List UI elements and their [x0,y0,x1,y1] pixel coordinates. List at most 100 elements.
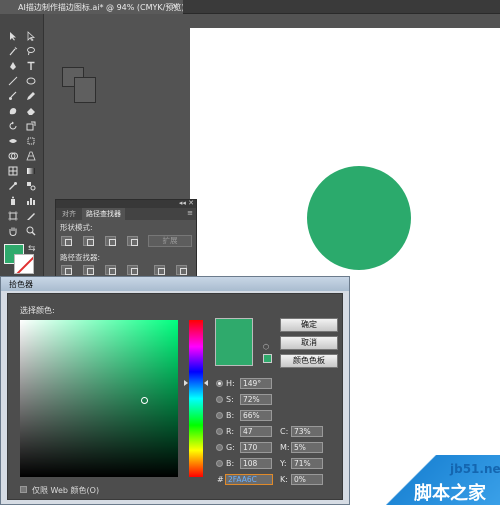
unite-button[interactable] [61,236,72,246]
ok-button[interactable]: 确定 [280,318,338,332]
outline-button[interactable] [154,265,165,275]
black-label: K: [280,475,288,484]
blue-field[interactable]: 108 [240,458,272,469]
color-picker-dialog: 拾色器 选择颜色: ⬡ 确定 取消 颜色色板 H: 149° S: 72% B:… [0,276,350,505]
swap-fill-stroke-icon[interactable]: ⇆ [28,244,36,254]
watermark-site: jb51.net [450,462,500,476]
eyedropper-tool-icon[interactable] [6,180,20,192]
blob-brush-tool-icon[interactable] [6,105,20,117]
green-field[interactable]: 170 [240,442,272,453]
red-radio[interactable] [216,428,223,435]
shape-builder-tool-icon[interactable] [6,150,20,162]
cancel-button[interactable]: 取消 [280,336,338,350]
yellow-label: Y: [280,459,287,468]
hex-field[interactable]: 2FAA6C [225,474,273,485]
mesh-tool-icon[interactable] [6,165,20,177]
panel-menu-icon[interactable]: ≡ [187,209,193,217]
yellow-field[interactable]: 71% [291,458,323,469]
free-transform-tool-icon[interactable] [24,135,38,147]
blend-tool-icon[interactable] [24,180,38,192]
merge-button[interactable] [105,265,116,275]
direct-selection-tool-icon[interactable] [24,30,38,42]
gradient-tool-icon[interactable] [24,165,38,177]
pencil-tool-icon[interactable] [24,90,38,102]
green-label: G: [226,443,235,452]
dialog-body: 选择颜色: ⬡ 确定 取消 颜色色板 H: 149° S: 72% B: 66%… [7,293,343,500]
minus-back-button[interactable] [176,265,187,275]
pen-tool-icon[interactable] [6,60,20,72]
zoom-tool-icon[interactable] [24,225,38,237]
document-tab[interactable]: AI描边制作描边图标.ai* @ 94% (CMYK/预览) [0,0,183,14]
hex-label: # [217,475,224,484]
hue-label: H: [226,379,235,388]
pathfinders-label: 路径查找器: [60,253,101,262]
tab-pathfinder[interactable]: 路径查找器 [82,208,125,220]
black-field[interactable]: 0% [291,474,323,485]
document-tab-title: AI描边制作描边图标.ai* @ 94% (CMYK/预览) [18,3,183,12]
paintbrush-tool-icon[interactable] [6,90,20,102]
perspective-grid-tool-icon[interactable] [24,150,38,162]
saturation-radio[interactable] [216,396,223,403]
rotate-tool-icon[interactable] [6,120,20,132]
scale-tool-icon[interactable] [24,120,38,132]
exclude-button[interactable] [127,236,138,246]
dialog-title: 拾色器 [9,280,33,289]
column-graph-tool-icon[interactable] [24,195,38,207]
artboard-tool-icon[interactable] [6,210,20,222]
brightness-radio[interactable] [216,412,223,419]
red-field[interactable]: 47 [240,426,272,437]
magenta-field[interactable]: 5% [291,442,323,453]
close-tab-icon[interactable]: × [170,2,180,12]
hue-field[interactable]: 149° [240,378,272,389]
stroke-color-swatch[interactable] [14,254,34,274]
tab-align[interactable]: 对齐 [58,208,80,220]
red-label: R: [226,427,235,436]
blue-radio[interactable] [216,460,223,467]
eraser-tool-icon[interactable] [24,105,38,117]
type-tool-icon[interactable] [24,60,38,72]
saturation-label: S: [226,395,234,404]
line-tool-icon[interactable] [6,75,20,87]
pathfinder-tabs: 对齐 路径查找器 ◂◂ ✕ ≡ [56,199,196,220]
pathfinder-header[interactable] [56,200,196,208]
crop-button[interactable] [127,265,138,275]
color-swatches-button[interactable]: 颜色色板 [280,354,338,368]
expand-button[interactable]: 扩展 [148,235,192,247]
brightness-field[interactable]: 66% [240,410,272,421]
magenta-label: M: [280,443,290,452]
collapsed-panel-icons[interactable] [62,67,98,105]
saturation-field[interactable]: 72% [240,394,272,405]
hue-slider-arrow-right[interactable] [204,380,208,386]
cyan-label: C: [280,427,289,436]
out-of-web-gamut-icon[interactable]: ⬡ [263,343,271,351]
minus-front-button[interactable] [83,236,94,246]
hue-radio[interactable] [216,380,223,387]
document-tab-bar: AI描边制作描边图标.ai* @ 94% (CMYK/预览) × [0,0,500,14]
cyan-field[interactable]: 73% [291,426,323,437]
divide-button[interactable] [61,265,72,275]
hand-tool-icon[interactable] [6,225,20,237]
dialog-titlebar[interactable]: 拾色器 [1,277,349,291]
collapse-panel-icon[interactable]: ◂◂ ✕ [179,199,194,207]
color-cursor[interactable] [141,397,148,404]
pathfinder-panel: 对齐 路径查找器 ◂◂ ✕ ≡ 形状模式: 扩展 路径查找器: [55,199,197,277]
saturation-brightness-field[interactable] [20,320,178,477]
web-colors-only-checkbox[interactable] [20,486,27,493]
new-color-preview [215,318,253,366]
magic-wand-tool-icon[interactable] [6,45,20,57]
tools-panel: ⇆ [0,14,44,284]
web-safe-color-swatch[interactable] [263,354,272,363]
lasso-tool-icon[interactable] [24,45,38,57]
green-radio[interactable] [216,444,223,451]
selection-tool-icon[interactable] [6,30,20,42]
hue-slider-arrow-left[interactable] [184,380,188,386]
ellipse-tool-icon[interactable] [24,75,38,87]
symbol-sprayer-tool-icon[interactable] [6,195,20,207]
select-color-label: 选择颜色: [20,306,55,315]
green-circle-shape[interactable] [307,166,411,270]
intersect-button[interactable] [105,236,116,246]
width-tool-icon[interactable] [6,135,20,147]
hue-slider[interactable] [189,320,203,477]
slice-tool-icon[interactable] [24,210,38,222]
trim-button[interactable] [83,265,94,275]
